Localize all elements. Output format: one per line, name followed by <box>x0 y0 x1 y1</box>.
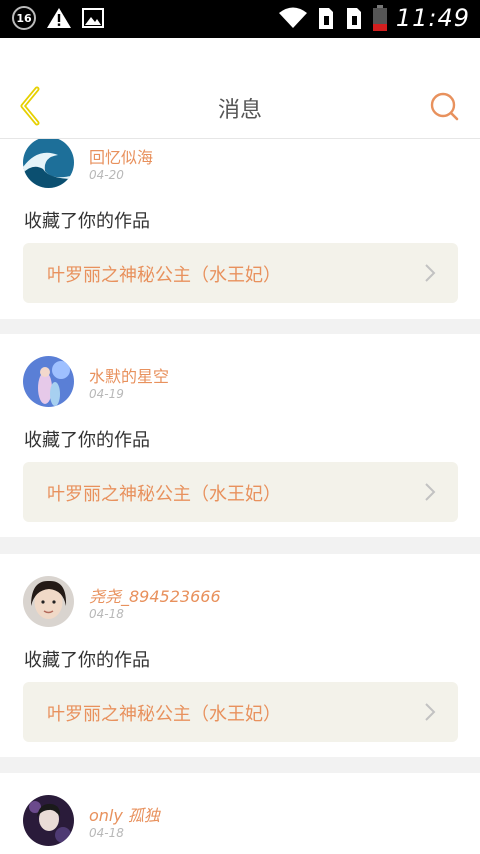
avatar[interactable] <box>23 356 74 407</box>
username-link[interactable]: only 孤独 <box>89 802 160 826</box>
action-text: 收藏了你的作品 <box>24 650 150 671</box>
warning-icon <box>47 8 71 28</box>
work-link[interactable]: 叶罗丽之神秘公主（水王妃） <box>23 243 458 303</box>
message-date: 04-18 <box>89 607 124 621</box>
status-time: 11:49 <box>395 4 470 32</box>
battery-icon <box>372 5 387 31</box>
message-card: 回忆似海 04-20 收藏了你的作品 叶罗丽之神秘公主（水王妃） <box>0 139 480 319</box>
action-text: 收藏了你的作品 <box>24 211 150 232</box>
message-date: 04-20 <box>89 168 124 182</box>
image-icon <box>82 8 104 28</box>
chevron-right-icon <box>425 483 436 501</box>
action-text: 收藏了你的作品 <box>24 430 150 451</box>
avatar[interactable] <box>23 139 74 188</box>
message-card: only 孤独 04-18 <box>0 773 480 854</box>
page-title: 消息 <box>217 98 262 123</box>
chevron-right-icon <box>425 264 436 282</box>
sim1-signal-icon <box>318 8 333 29</box>
dark-avatar <box>23 795 74 846</box>
work-link[interactable]: 叶罗丽之神秘公主（水王妃） <box>23 682 458 742</box>
chevron-right-icon <box>425 703 436 721</box>
username-link[interactable]: 水默的星空 <box>89 363 169 387</box>
message-list[interactable]: 回忆似海 04-20 收藏了你的作品 叶罗丽之神秘公主（水王妃） 水默的星空 0… <box>0 139 480 854</box>
photo-avatar <box>23 576 74 627</box>
message-date: 04-19 <box>89 387 124 401</box>
wifi-icon <box>278 7 307 28</box>
avatar[interactable] <box>23 795 74 846</box>
username-link[interactable]: 回忆似海 <box>89 144 153 168</box>
work-title: 叶罗丽之神秘公主（水王妃） <box>47 704 281 725</box>
work-title: 叶罗丽之神秘公主（水王妃） <box>47 484 281 505</box>
message-date: 04-18 <box>89 826 124 840</box>
wave-avatar <box>23 139 74 188</box>
sim2-signal-icon <box>346 8 361 29</box>
message-card: 尧尧_894523666 04-18 收藏了你的作品 叶罗丽之神秘公主（水王妃） <box>0 554 480 757</box>
notification-badge-icon: 16 <box>12 6 36 30</box>
anime-avatar <box>23 356 74 407</box>
search-button[interactable] <box>426 88 462 124</box>
message-card: 水默的星空 04-19 收藏了你的作品 叶罗丽之神秘公主（水王妃） <box>0 334 480 537</box>
search-icon <box>430 92 459 121</box>
work-link[interactable]: 叶罗丽之神秘公主（水王妃） <box>23 462 458 522</box>
avatar[interactable] <box>23 576 74 627</box>
app-header: 消息 <box>0 38 480 139</box>
work-title: 叶罗丽之神秘公主（水王妃） <box>47 265 281 286</box>
status-bar: 16 11:49 <box>0 0 480 38</box>
username-link[interactable]: 尧尧_894523666 <box>89 583 221 607</box>
